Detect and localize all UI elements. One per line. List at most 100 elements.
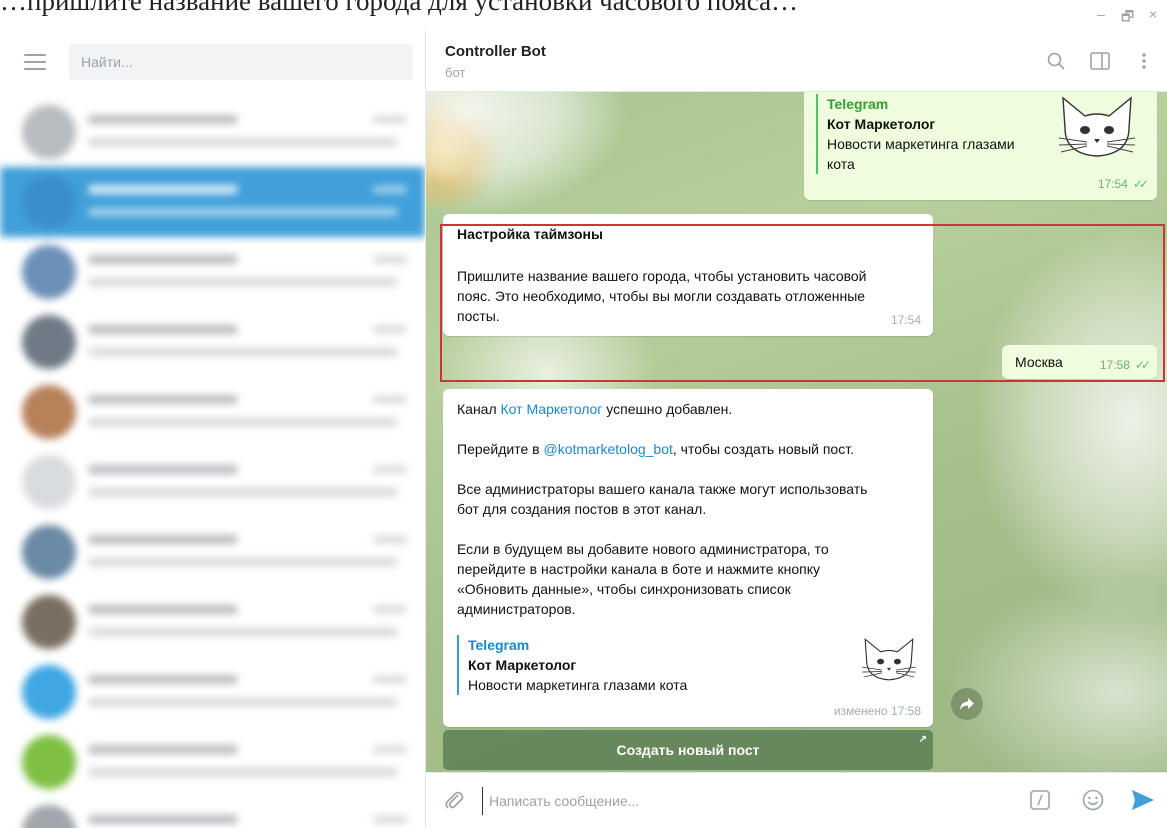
chat-title[interactable]: Controller Bot [445, 43, 546, 60]
send-icon[interactable] [1131, 789, 1155, 816]
cat-logo-icon [1057, 92, 1137, 172]
read-checkmarks-icon: ✓✓ [1134, 358, 1151, 372]
close-icon[interactable]: × [1147, 6, 1159, 30]
create-post-button[interactable]: Создать новый пост ↗ [443, 730, 933, 770]
chat-list [0, 97, 425, 828]
message-time: 17:54 ✓✓ [1097, 177, 1149, 191]
search-input[interactable] [69, 44, 413, 80]
restore-icon[interactable]: 🗗 [1121, 6, 1134, 30]
avatar [22, 735, 76, 789]
avatar [22, 665, 76, 719]
avatar [22, 245, 76, 299]
blurred-text [373, 746, 407, 753]
more-menu-icon[interactable] [1133, 50, 1155, 72]
blurred-text [88, 185, 238, 194]
top-strip: …пришлите название вашего города для уст… [0, 0, 1167, 30]
chat-header: Controller Bot бот [426, 30, 1167, 92]
sidebar [0, 30, 426, 828]
chat-list-item[interactable] [0, 587, 425, 657]
blurred-text [88, 325, 238, 334]
preview-title: Кот Маркетолог [468, 657, 577, 673]
preview-description: Новости маркетинга глазами кота [468, 677, 688, 693]
window-controls: – 🗗 × [1095, 6, 1159, 30]
chat-list-item[interactable] [0, 237, 425, 307]
avatar [22, 105, 76, 159]
avatar [22, 385, 76, 439]
blurred-text [373, 606, 407, 613]
preview-description: Новости маркетинга глазами [827, 136, 1015, 152]
message-time: 17:54 [890, 313, 921, 327]
blurred-text [88, 255, 238, 264]
message-bubble[interactable]: Telegram Кот Маркетолог Новости маркетин… [804, 92, 1157, 200]
search-icon[interactable] [1045, 50, 1067, 72]
read-checkmarks-icon: ✓✓ [1132, 177, 1149, 191]
channel-link[interactable]: Кот Маркетолог [501, 401, 603, 417]
chat-list-item[interactable] [0, 447, 425, 517]
blurred-text [88, 745, 238, 754]
chat-list-item[interactable] [0, 377, 425, 447]
blurred-text [373, 186, 407, 193]
avatar [22, 175, 76, 229]
message-time: 17:58 ✓✓ [1099, 358, 1151, 372]
blurred-text [88, 628, 398, 636]
chat-list-item[interactable] [0, 167, 425, 237]
blurred-text [373, 816, 407, 823]
blurred-text [88, 768, 398, 776]
message-text: Пришлите название вашего города, чтобы у… [457, 268, 867, 324]
link-preview[interactable]: Telegram Кот Маркетолог Новости маркетин… [457, 635, 757, 695]
preview-site: Telegram [468, 637, 530, 653]
sidebar-toggle-icon[interactable] [1089, 50, 1111, 72]
blurred-text [88, 208, 398, 216]
minimize-icon[interactable]: – [1095, 6, 1107, 30]
preview-description: кота [827, 156, 855, 172]
blurred-text [373, 536, 407, 543]
blurred-text [88, 138, 398, 146]
chat-panel: Controller Bot бот Telegram Кот Маркетол… [426, 30, 1167, 828]
header-actions [1045, 50, 1155, 72]
hamburger-menu-icon[interactable] [24, 54, 46, 70]
message-text: Москва [1015, 354, 1063, 370]
message-time: изменено 17:58 [833, 704, 921, 718]
chat-list-item[interactable] [0, 797, 425, 828]
message-bubble[interactable]: Настройка таймзоны Пришлите название ваш… [443, 214, 933, 336]
chat-list-item[interactable] [0, 517, 425, 587]
cat-logo-icon [861, 635, 917, 691]
blurred-text [88, 348, 398, 356]
avatar [22, 315, 76, 369]
bot-mention-link[interactable]: @kotmarketolog_bot [544, 441, 673, 457]
blurred-text [88, 488, 398, 496]
open-link-icon: ↗ [918, 734, 927, 745]
blurred-text [88, 465, 238, 474]
sidebar-header [0, 30, 425, 97]
blurred-text [88, 535, 238, 544]
preview-title: Кот Маркетолог [827, 116, 936, 132]
bot-commands-icon[interactable] [1030, 790, 1050, 815]
blurred-text [88, 558, 398, 566]
chat-list-item[interactable] [0, 727, 425, 797]
avatar [22, 525, 76, 579]
message-bubble[interactable]: Канал Кот Маркетолог успешно добавлен. П… [443, 389, 933, 727]
blurred-text [88, 698, 398, 706]
chat-list-item[interactable] [0, 97, 425, 167]
blurred-text [88, 418, 398, 426]
message-bubble[interactable]: Москва 17:58 ✓✓ [1002, 345, 1157, 379]
message-area[interactable]: Telegram Кот Маркетолог Новости маркетин… [426, 92, 1167, 772]
emoji-icon[interactable] [1082, 789, 1104, 816]
attach-icon[interactable] [444, 789, 464, 816]
message-composer [426, 772, 1167, 828]
caption-fragment: …пришлите название вашего города для уст… [0, 0, 799, 16]
blurred-text [373, 466, 407, 473]
chat-list-item[interactable] [0, 657, 425, 727]
chat-list-item[interactable] [0, 307, 425, 377]
avatar [22, 805, 76, 828]
share-icon[interactable] [951, 688, 983, 720]
link-preview[interactable]: Telegram Кот Маркетолог Новости маркетин… [816, 94, 1041, 174]
avatar [22, 595, 76, 649]
blurred-text [88, 395, 238, 404]
blurred-text [373, 676, 407, 683]
message-input[interactable] [482, 787, 1002, 815]
blurred-text [88, 278, 398, 286]
chat-subtitle: бот [445, 65, 466, 80]
blurred-text [373, 256, 407, 263]
blurred-text [88, 675, 238, 684]
